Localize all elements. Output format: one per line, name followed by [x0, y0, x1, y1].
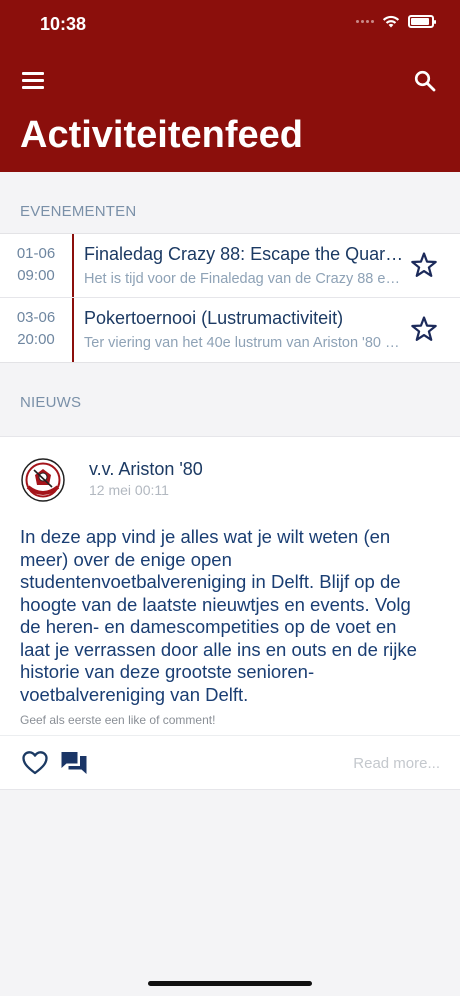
event-body: Pokertoernooi (Lustrumactiviteit) Ter vi… [74, 298, 460, 362]
status-icons [356, 14, 436, 28]
event-title: Pokertoernooi (Lustrumactiviteit) [84, 308, 344, 328]
status-time: 10:38 [40, 14, 87, 34]
hamburger-menu-icon[interactable] [22, 72, 44, 90]
star-outline-icon[interactable] [410, 315, 438, 343]
comment-bubbles-icon[interactable] [60, 749, 88, 777]
event-body: Finaledag Crazy 88: Escape the Quarantin… [74, 234, 460, 297]
event-date: 01-06 [16, 245, 56, 262]
event-date: 03-06 [16, 309, 56, 326]
news-post-card: v.v. Ariston '80 12 mei 00:11 In deze ap… [0, 436, 460, 790]
event-time: 20:00 [17, 331, 55, 348]
event-title: Finaledag Crazy 88: Escape the Quarantin… [84, 244, 404, 264]
event-date-column: 03-06 20:00 [0, 298, 74, 362]
card-divider [0, 735, 460, 736]
events-section-label: EVENEMENTEN [20, 203, 137, 220]
heart-outline-icon[interactable] [21, 749, 49, 777]
event-time: 09:00 [17, 267, 55, 284]
club-logo-avatar [21, 458, 65, 502]
post-body: In deze app vind je alles wat je wilt we… [20, 526, 417, 705]
signal-icon [356, 19, 374, 23]
app-header: 10:38 Activiteitenfeed [0, 0, 460, 172]
engagement-hint: Geef als eerste een like of comment! [20, 713, 216, 727]
events-list: 01-06 09:00 Finaledag Crazy 88: Escape t… [0, 233, 460, 363]
star-outline-icon[interactable] [410, 251, 438, 279]
post-timestamp: 12 mei 00:11 [89, 482, 169, 498]
home-indicator [148, 981, 312, 986]
event-item[interactable]: 01-06 09:00 Finaledag Crazy 88: Escape t… [0, 234, 460, 298]
event-subtitle: Het is tijd voor de Finaledag van de Cra… [84, 271, 404, 287]
event-item[interactable]: 03-06 20:00 Pokertoernooi (Lustrumactivi… [0, 298, 460, 362]
battery-icon [408, 14, 436, 28]
post-author[interactable]: v.v. Ariston '80 [89, 459, 203, 480]
read-more-link[interactable]: Read more... [353, 755, 440, 772]
search-icon[interactable] [414, 70, 436, 92]
news-section-label: NIEUWS [20, 394, 82, 411]
battery-level [411, 17, 429, 25]
wifi-icon [382, 15, 400, 28]
page-title: Activiteitenfeed [20, 114, 303, 156]
event-subtitle: Ter viering van het 40e lustrum van Aris… [84, 335, 404, 351]
event-date-column: 01-06 09:00 [0, 234, 74, 297]
